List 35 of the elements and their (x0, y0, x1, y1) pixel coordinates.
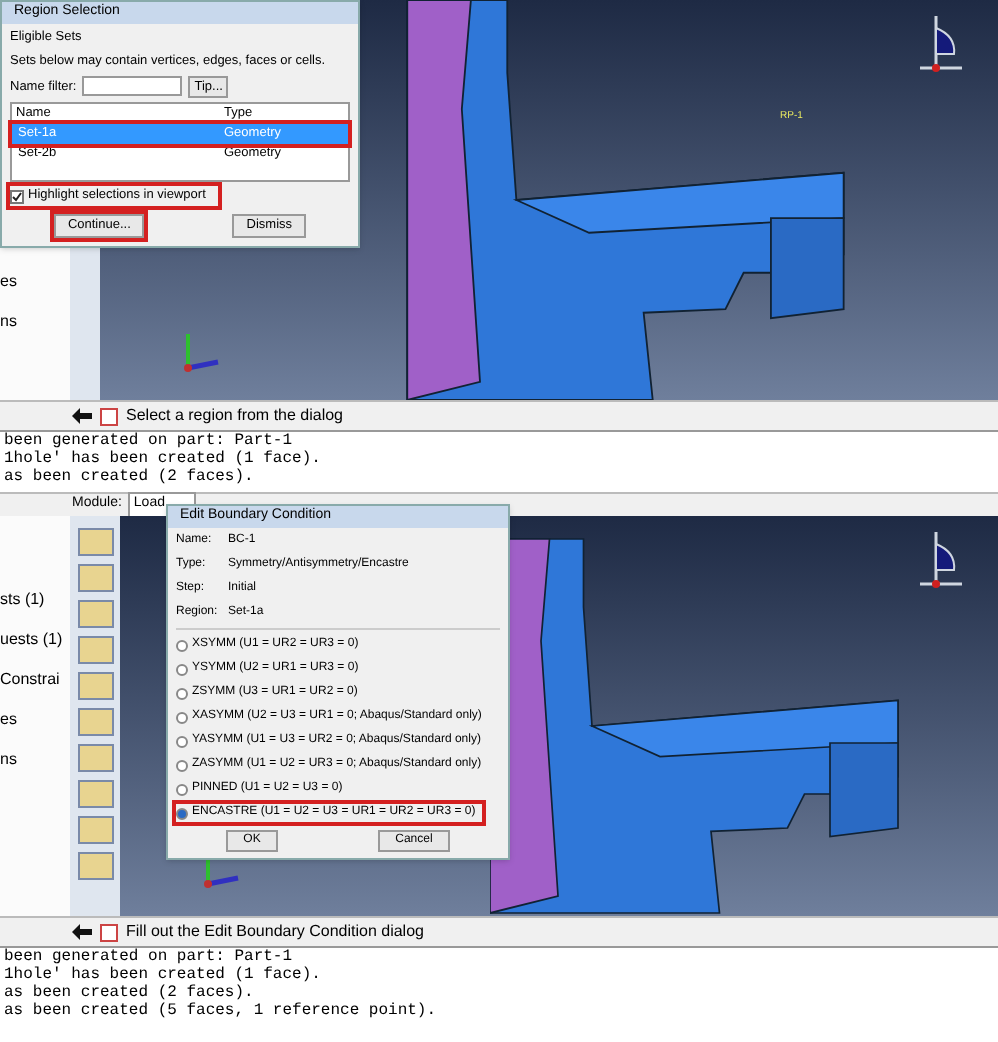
tool-icon[interactable] (77, 852, 113, 880)
message-line: been generated on part: Part-1 (4, 432, 295, 450)
name-filter-field[interactable] (82, 76, 183, 97)
cancel-icon[interactable] (100, 923, 118, 941)
orientation-triad-icon (918, 12, 966, 76)
cancel-icon[interactable] (100, 407, 118, 425)
axis-triad-icon (180, 328, 224, 376)
tree-item[interactable]: ns (0, 748, 70, 772)
tree-item[interactable]: es (0, 708, 70, 732)
tool-icon[interactable] (77, 744, 113, 772)
prompt-text: Fill out the Edit Boundary Condition dialog (126, 920, 424, 944)
tree-item[interactable]: ns (0, 310, 70, 334)
back-arrow-icon[interactable] (72, 924, 92, 940)
message-line: as been created (5 faces, 1 reference point). (4, 1002, 439, 1020)
tree-item[interactable]: es (0, 270, 70, 294)
message-line: 1hole' has been created (1 face). (4, 966, 323, 984)
tool-icon[interactable] (77, 780, 113, 808)
back-arrow-icon[interactable] (72, 408, 92, 424)
tool-icon[interactable] (77, 672, 113, 700)
tree-item[interactable]: uests (1) (0, 628, 70, 652)
message-line: as been created (2 faces). (4, 468, 256, 486)
tool-icon[interactable] (77, 708, 113, 736)
tool-icon[interactable] (77, 600, 113, 628)
tool-icon[interactable] (77, 636, 113, 664)
tree-item[interactable]: sts (1) (0, 588, 70, 612)
tool-icon[interactable] (77, 564, 113, 592)
orientation-triad-icon (918, 528, 966, 592)
message-line: been generated on part: Part-1 (4, 948, 295, 966)
tree-item[interactable]: Constrai (0, 668, 70, 692)
tool-icon[interactable] (77, 528, 113, 556)
prompt-text: Select a region from the dialog (126, 404, 344, 428)
tool-icon[interactable] (77, 816, 113, 844)
message-line: 1hole' has been created (1 face). (4, 450, 323, 468)
message-line: as been created (2 faces). (4, 984, 256, 1002)
checkbox-icon[interactable] (10, 189, 24, 204)
